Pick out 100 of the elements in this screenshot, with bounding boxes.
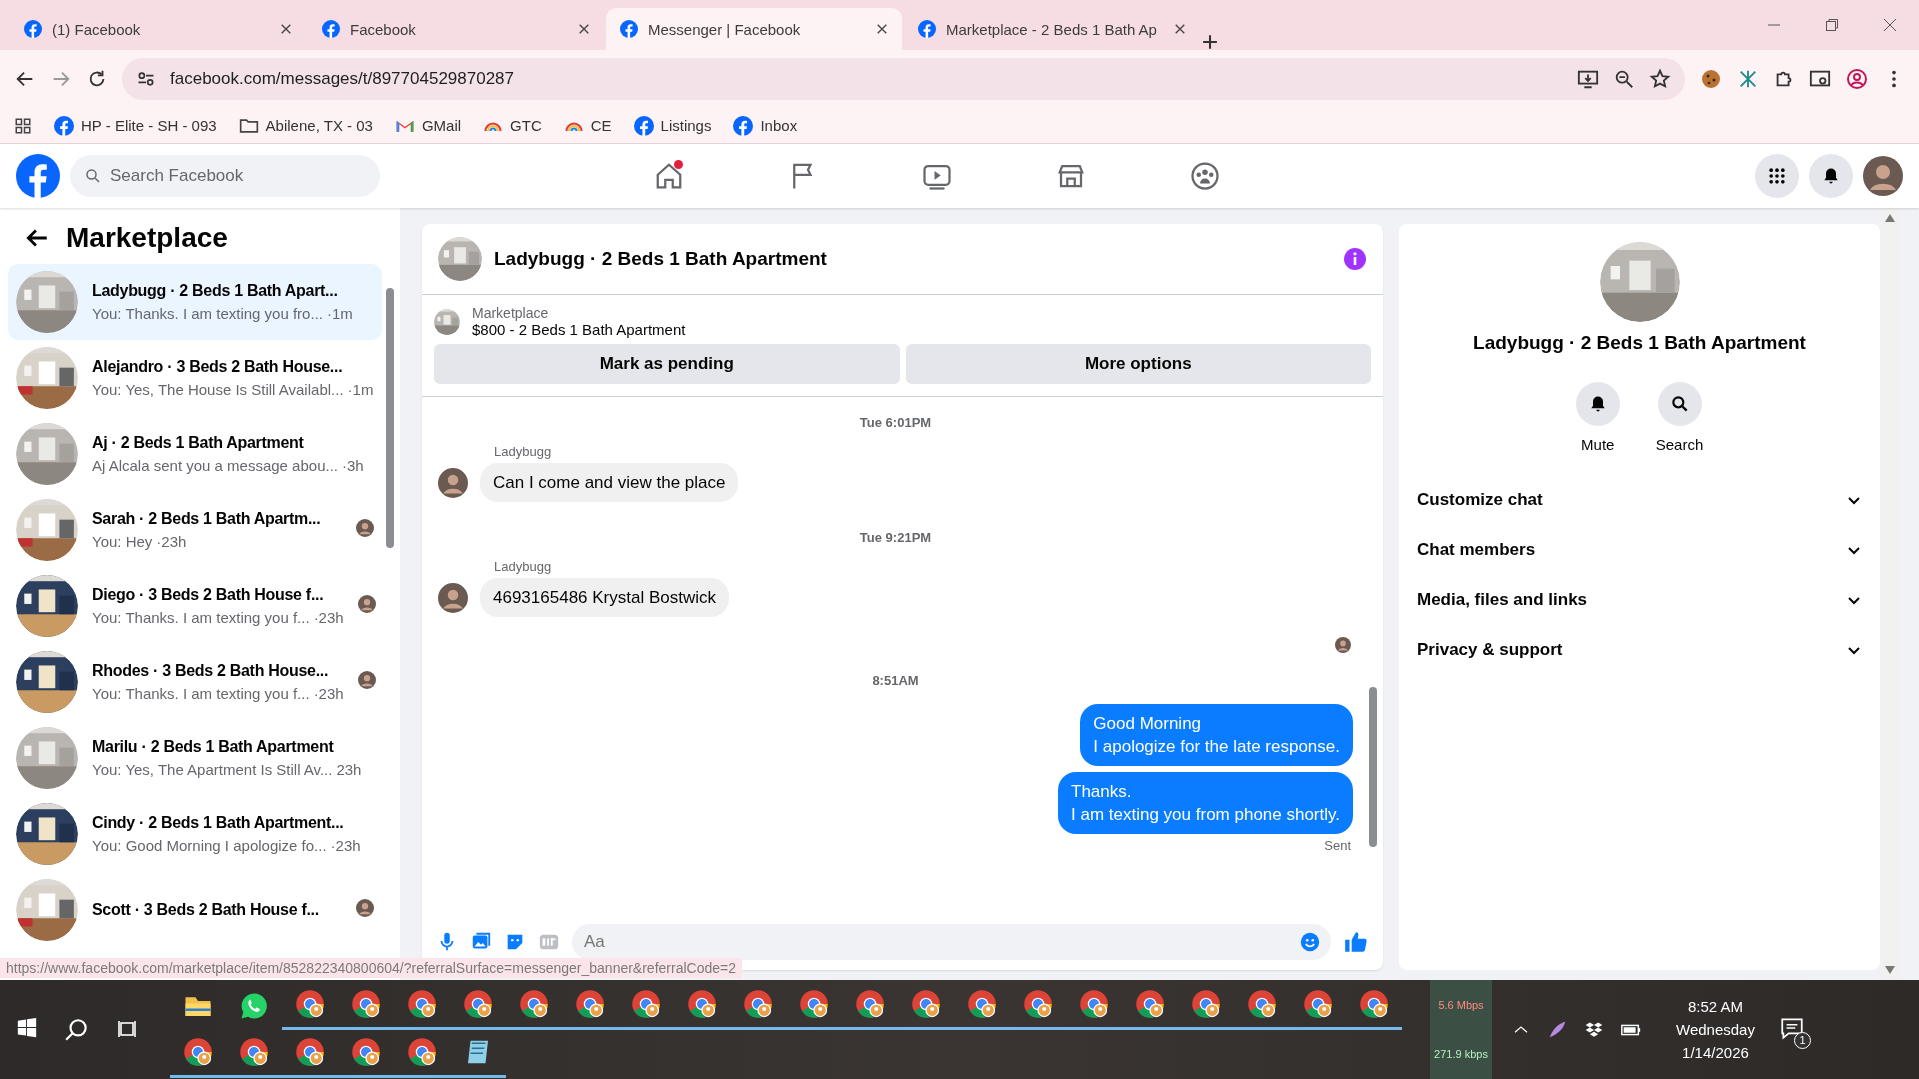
- browser-icon[interactable]: [1359, 989, 1389, 1019]
- browser-icon[interactable]: [463, 989, 493, 1019]
- section-header[interactable]: Privacy & support: [1415, 625, 1864, 675]
- bookmark[interactable]: Abilene, TX - 03: [238, 115, 373, 136]
- browser-icon[interactable]: [1023, 989, 1053, 1019]
- extension-icon[interactable]: [1737, 68, 1759, 90]
- thumbs-up-icon[interactable]: [1343, 929, 1369, 955]
- seen-avatar-icon: [356, 519, 374, 537]
- browser-icon[interactable]: [295, 989, 325, 1019]
- browser-tab[interactable]: Messenger | Facebook: [606, 8, 902, 50]
- close-icon[interactable]: [280, 23, 292, 35]
- chat-item[interactable]: Cindy · 2 Beds 1 Bath Apartment... You: Good Morning I apologize fo... ·23h: [8, 796, 382, 872]
- bookmark[interactable]: GTC: [483, 115, 542, 136]
- message-time: 23h: [336, 761, 362, 778]
- info-icon[interactable]: [1343, 247, 1367, 271]
- scrollbar[interactable]: [1880, 208, 1900, 980]
- browser-icon[interactable]: [855, 989, 885, 1019]
- clock[interactable]: 8:52 AM Wednesday 1/14/2026: [1662, 998, 1769, 1061]
- browser-icon[interactable]: [799, 989, 829, 1019]
- link-preview: https://www.facebook.com/marketplace/item/852822340800604/?referralSurface=messenger_banner&referralCode=2: [0, 958, 742, 978]
- browser-icon[interactable]: [743, 989, 773, 1019]
- browser-icon[interactable]: [967, 989, 997, 1019]
- browser-icon[interactable]: [183, 1037, 213, 1067]
- start-icon[interactable]: [16, 1016, 38, 1039]
- browser-icon[interactable]: [1191, 989, 1221, 1019]
- chat-title: Ladybugg · 2 Beds 1 Bath Apartment: [1473, 332, 1806, 354]
- action-button[interactable]: More options: [905, 344, 1371, 384]
- chat-item[interactable]: Scott · 3 Beds 2 Bath House f...: [8, 872, 382, 948]
- profile-avatar-icon: [1863, 156, 1903, 196]
- chat-item[interactable]: Ladybugg · 2 Beds 1 Bath Apart... You: Thanks. I am texting you fro... ·1m: [8, 264, 382, 340]
- install-icon[interactable]: [1577, 68, 1599, 90]
- scrollbar-thumb[interactable]: [386, 288, 394, 548]
- browser-icon[interactable]: [351, 1037, 381, 1067]
- home-icon[interactable]: [654, 161, 684, 191]
- message-bubble: Thanks. I am texting you from phone shortly.: [1058, 772, 1353, 834]
- browser-icon[interactable]: [407, 989, 437, 1019]
- search-field[interactable]: Search Facebook: [70, 155, 380, 197]
- search-icon[interactable]: [64, 1016, 90, 1043]
- star-icon[interactable]: [1649, 68, 1671, 90]
- chat-item[interactable]: Rhodes · 3 Beds 2 Bath House... You: Thanks. I am texting you f... ·23h: [8, 644, 382, 720]
- scroll-up-icon[interactable]: [1885, 214, 1895, 222]
- browser-tab[interactable]: Facebook: [308, 8, 604, 50]
- profile-icon[interactable]: [1845, 67, 1869, 91]
- browser-icon[interactable]: [575, 989, 605, 1019]
- seen-avatar-icon: [1335, 637, 1351, 653]
- zoom-out-icon[interactable]: [1613, 68, 1635, 90]
- bookmark[interactable]: CE: [563, 115, 612, 136]
- browser-icon[interactable]: [1303, 989, 1333, 1019]
- section-header[interactable]: Customize chat: [1415, 475, 1864, 525]
- close-icon[interactable]: [578, 23, 590, 35]
- bookmark[interactable]: Inbox: [733, 115, 798, 136]
- chat-item[interactable]: Aj · 2 Beds 1 Bath Apartment Aj Alcala sent you a message abou... ·3h: [8, 416, 382, 492]
- section-header[interactable]: Chat members: [1415, 525, 1864, 575]
- message-time: ·1m: [326, 305, 353, 322]
- message-preview: You: Thanks. I am texting you fro...: [92, 305, 323, 322]
- chat-title: Cindy · 2 Beds 1 Bath Apartment...: [92, 814, 345, 832]
- site-settings-icon[interactable]: [136, 69, 156, 89]
- close-icon[interactable]: [1174, 23, 1186, 35]
- bookmark[interactable]: Listings: [633, 115, 712, 136]
- browser-icon[interactable]: [1247, 989, 1277, 1019]
- chat-item[interactable]: Alejandro · 3 Beds 2 Bath House... You: Yes, The House Is Still Availabl... ·1m: [8, 340, 382, 416]
- chat-item[interactable]: Diego · 3 Beds 2 Bath House f... You: Thanks. I am texting you f... ·23h: [8, 568, 382, 644]
- message-preview: You: Yes, The House Is Still Availabl...: [92, 381, 344, 398]
- browser-tab[interactable]: (1) Facebook: [10, 8, 306, 50]
- browser-tab[interactable]: Marketplace - 2 Beds 1 Bath Ap: [904, 8, 1200, 50]
- scrollbar-thumb[interactable]: [1369, 687, 1377, 847]
- restore-icon[interactable]: [1825, 18, 1839, 32]
- scroll-down-icon[interactable]: [1885, 966, 1895, 974]
- message-field[interactable]: Aa: [572, 924, 1331, 960]
- browser-icon[interactable]: [687, 989, 717, 1019]
- close-icon[interactable]: [876, 23, 888, 35]
- menu-button[interactable]: [1755, 154, 1799, 198]
- browser-icon[interactable]: [351, 989, 381, 1019]
- bookmark[interactable]: HP - Elite - SH - 093: [54, 115, 217, 136]
- browser-icon[interactable]: [911, 989, 941, 1019]
- listing-title[interactable]: $800 - 2 Beds 1 Bath Apartment: [472, 321, 686, 338]
- network-widget[interactable]: 5.6 Mbps 271.9 kbps: [1430, 980, 1492, 1079]
- chat-item[interactable]: Sarah · 2 Beds 1 Bath Apartm... You: Hey ·23h: [8, 492, 382, 568]
- browser-icon[interactable]: [239, 1037, 269, 1067]
- action-button[interactable]: Mark as pending: [434, 344, 900, 384]
- emoji-icon[interactable]: [1299, 931, 1321, 953]
- browser-icon[interactable]: [407, 1037, 437, 1067]
- notifications-button[interactable]: [1809, 154, 1853, 198]
- search-icon: [1669, 394, 1690, 414]
- chat-icon[interactable]: [239, 990, 269, 1021]
- cookie-icon[interactable]: [1699, 67, 1723, 91]
- message-preview: You: Yes, The Apartment Is Still Av...: [92, 761, 333, 778]
- browser-icon[interactable]: [1079, 989, 1109, 1019]
- browser-icon[interactable]: [631, 989, 661, 1019]
- close-icon[interactable]: [1883, 18, 1897, 32]
- browser-icon[interactable]: [519, 989, 549, 1019]
- bookmark[interactable]: GMail: [394, 115, 462, 136]
- section-header[interactable]: Media, files and links: [1415, 575, 1864, 625]
- plus-icon[interactable]: [1202, 34, 1218, 50]
- chat-item[interactable]: Marilu · 2 Beds 1 Bath Apartment You: Yes, The Apartment Is Still Av... 23h: [8, 720, 382, 796]
- apps-icon[interactable]: [14, 116, 32, 135]
- browser-icon[interactable]: [1135, 989, 1165, 1019]
- seen-avatar-icon: [357, 595, 376, 613]
- groups-icon[interactable]: [1190, 161, 1220, 191]
- browser-icon[interactable]: [295, 1037, 325, 1067]
